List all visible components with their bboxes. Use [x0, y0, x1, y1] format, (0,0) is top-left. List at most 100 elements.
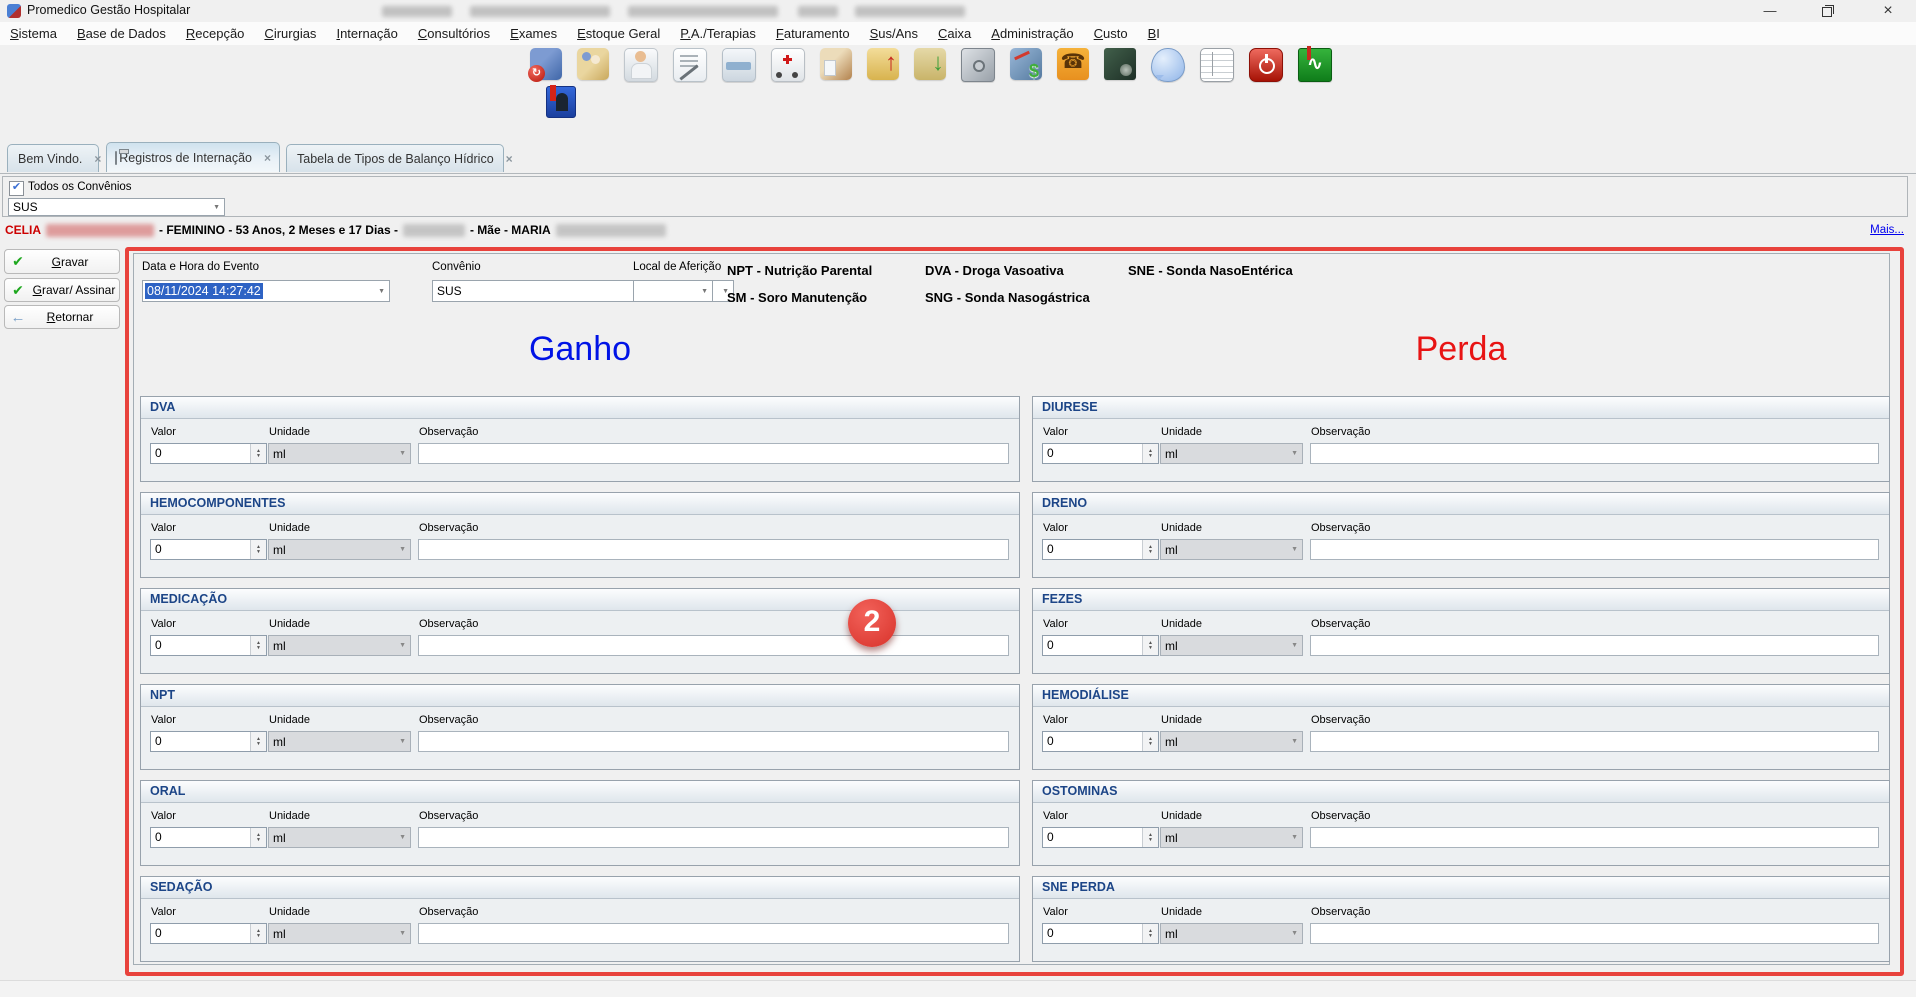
expense-down-icon[interactable]	[914, 48, 946, 80]
revenue-up-icon[interactable]	[867, 48, 899, 80]
unidade-select[interactable]: ml ▼	[1160, 731, 1303, 752]
observacao-input[interactable]	[1310, 827, 1879, 848]
observacao-input[interactable]	[1310, 635, 1879, 656]
spinner-buttons[interactable]: ▲ ▼	[1142, 924, 1158, 943]
menu-item-base-de-dados[interactable]: Base de Dados	[67, 22, 176, 45]
chat-bubble-icon[interactable]	[1151, 48, 1185, 82]
unidade-select[interactable]: ml ▼	[1160, 635, 1303, 656]
tab-tabela-de-tipos-de-balan-o-h-drico[interactable]: Tabela de Tipos de Balanço Hídrico×	[286, 144, 504, 172]
menu-item-exames[interactable]: Exames	[500, 22, 567, 45]
observacao-input[interactable]	[418, 827, 1009, 848]
restore-button[interactable]	[1805, 0, 1849, 22]
valor-input[interactable]: 0 ▲ ▼	[1042, 923, 1159, 944]
invoice-form-icon[interactable]	[1200, 48, 1234, 82]
finance-chart-icon[interactable]	[1010, 48, 1042, 80]
unidade-select[interactable]: ml ▼	[268, 443, 411, 464]
hospital-bed-icon[interactable]	[722, 48, 756, 82]
minimize-button[interactable]: —	[1748, 0, 1792, 22]
observacao-input[interactable]	[1310, 923, 1879, 944]
safe-icon[interactable]	[961, 48, 995, 82]
retornar-button[interactable]: ← Retornar	[4, 305, 120, 329]
ambulance-icon[interactable]	[771, 48, 805, 82]
menu-item-custo[interactable]: Custo	[1084, 22, 1138, 45]
spinner-buttons[interactable]: ▲ ▼	[1142, 444, 1158, 463]
spinner-buttons[interactable]: ▲ ▼	[1142, 540, 1158, 559]
spinner-buttons[interactable]: ▲ ▼	[250, 924, 266, 943]
menu-item-caixa[interactable]: Caixa	[928, 22, 981, 45]
tab-label: Tabela de Tipos de Balanço Hídrico	[297, 152, 494, 166]
close-button[interactable]: ×	[1866, 0, 1910, 22]
phone-book-icon[interactable]	[1057, 48, 1089, 80]
patient-record-binder-icon[interactable]	[546, 86, 576, 118]
observacao-input[interactable]	[418, 731, 1009, 752]
tab-close-icon[interactable]: ×	[88, 152, 101, 166]
tab-close-icon[interactable]: ×	[500, 152, 513, 166]
valor-input[interactable]: 0 ▲ ▼	[150, 731, 267, 752]
menu-item-bi[interactable]: BI	[1138, 22, 1170, 45]
valor-input[interactable]: 0 ▲ ▼	[150, 443, 267, 464]
unidade-select[interactable]: ml ▼	[268, 635, 411, 656]
unidade-select[interactable]: ml ▼	[268, 923, 411, 944]
sync-user-icon[interactable]	[530, 48, 562, 80]
valor-input[interactable]: 0 ▲ ▼	[150, 923, 267, 944]
spinner-buttons[interactable]: ▲ ▼	[1142, 636, 1158, 655]
unidade-select[interactable]: ml ▼	[268, 731, 411, 752]
convenio-filter-select[interactable]: SUS ▼	[8, 198, 225, 216]
spinner-buttons[interactable]: ▲ ▼	[250, 636, 266, 655]
unidade-select[interactable]: ml ▼	[1160, 923, 1303, 944]
valor-input[interactable]: 0 ▲ ▼	[150, 635, 267, 656]
menu-item-sus-ans[interactable]: Sus/Ans	[860, 22, 928, 45]
spinner-buttons[interactable]: ▲ ▼	[250, 540, 266, 559]
valor-input[interactable]: 0 ▲ ▼	[1042, 731, 1159, 752]
spinner-buttons[interactable]: ▲ ▼	[1142, 828, 1158, 847]
tab-registros-de-interna-o[interactable]: Registros de Internação×	[106, 142, 280, 172]
valor-input[interactable]: 0 ▲ ▼	[150, 539, 267, 560]
menu-item-recep-o[interactable]: Recepção	[176, 22, 255, 45]
menu-item-administra-o[interactable]: Administração	[981, 22, 1083, 45]
menu-item-faturamento[interactable]: Faturamento	[766, 22, 860, 45]
gravar-button[interactable]: ✔ Gravar	[4, 249, 120, 274]
prescription-document-icon[interactable]	[673, 48, 707, 82]
valor-input[interactable]: 0 ▲ ▼	[1042, 827, 1159, 848]
observacao-input[interactable]	[418, 923, 1009, 944]
spinner-buttons[interactable]: ▲ ▼	[250, 732, 266, 751]
todos-convenios-checkbox[interactable]: ✔	[9, 181, 24, 196]
health-record-icon[interactable]	[1298, 48, 1332, 82]
tab-close-icon[interactable]: ×	[258, 151, 271, 165]
observacao-input[interactable]	[418, 539, 1009, 560]
power-icon[interactable]	[1249, 48, 1283, 82]
unidade-select[interactable]: ml ▼	[268, 827, 411, 848]
spinner-buttons[interactable]: ▲ ▼	[250, 444, 266, 463]
valor-input[interactable]: 0 ▲ ▼	[1042, 635, 1159, 656]
spinner-buttons[interactable]: ▲ ▼	[250, 828, 266, 847]
unidade-select[interactable]: ml ▼	[1160, 443, 1303, 464]
tab-bem-vindo[interactable]: Bem Vindo.×	[7, 144, 99, 172]
doctor-icon[interactable]	[624, 48, 658, 82]
observacao-input[interactable]	[1310, 731, 1879, 752]
menu-item-p-a-terapias[interactable]: P.A./Terapias	[670, 22, 766, 45]
observacao-input[interactable]	[418, 635, 1009, 656]
mais-link[interactable]: Mais...	[1870, 224, 1904, 236]
menu-item-estoque-geral[interactable]: Estoque Geral	[567, 22, 670, 45]
menu-item-consult-rios[interactable]: Consultórios	[408, 22, 500, 45]
menu-item-cirurgias[interactable]: Cirurgias	[254, 22, 326, 45]
patients-folder-icon[interactable]	[577, 48, 609, 80]
valor-input[interactable]: 0 ▲ ▼	[1042, 539, 1159, 560]
datetime-input[interactable]: 08/11/2024 14:27:42 ▼	[142, 280, 390, 302]
supplies-icon[interactable]	[820, 48, 852, 80]
gravar-assinar-button[interactable]: ✔ Gravar/ Assinar	[4, 278, 120, 302]
observacao-input[interactable]	[418, 443, 1009, 464]
menu-item-sistema[interactable]: Sistema	[0, 22, 67, 45]
menu-item-interna-o[interactable]: Internação	[326, 22, 407, 45]
valor-input[interactable]: 0 ▲ ▼	[150, 827, 267, 848]
ledger-book-icon[interactable]	[1104, 48, 1136, 80]
spinner-buttons[interactable]: ▲ ▼	[1142, 732, 1158, 751]
unidade-value: ml	[269, 927, 399, 941]
local-afericao-select[interactable]: ▼	[633, 280, 713, 302]
valor-input[interactable]: 0 ▲ ▼	[1042, 443, 1159, 464]
observacao-input[interactable]	[1310, 539, 1879, 560]
observacao-input[interactable]	[1310, 443, 1879, 464]
unidade-select[interactable]: ml ▼	[1160, 539, 1303, 560]
unidade-select[interactable]: ml ▼	[268, 539, 411, 560]
unidade-select[interactable]: ml ▼	[1160, 827, 1303, 848]
